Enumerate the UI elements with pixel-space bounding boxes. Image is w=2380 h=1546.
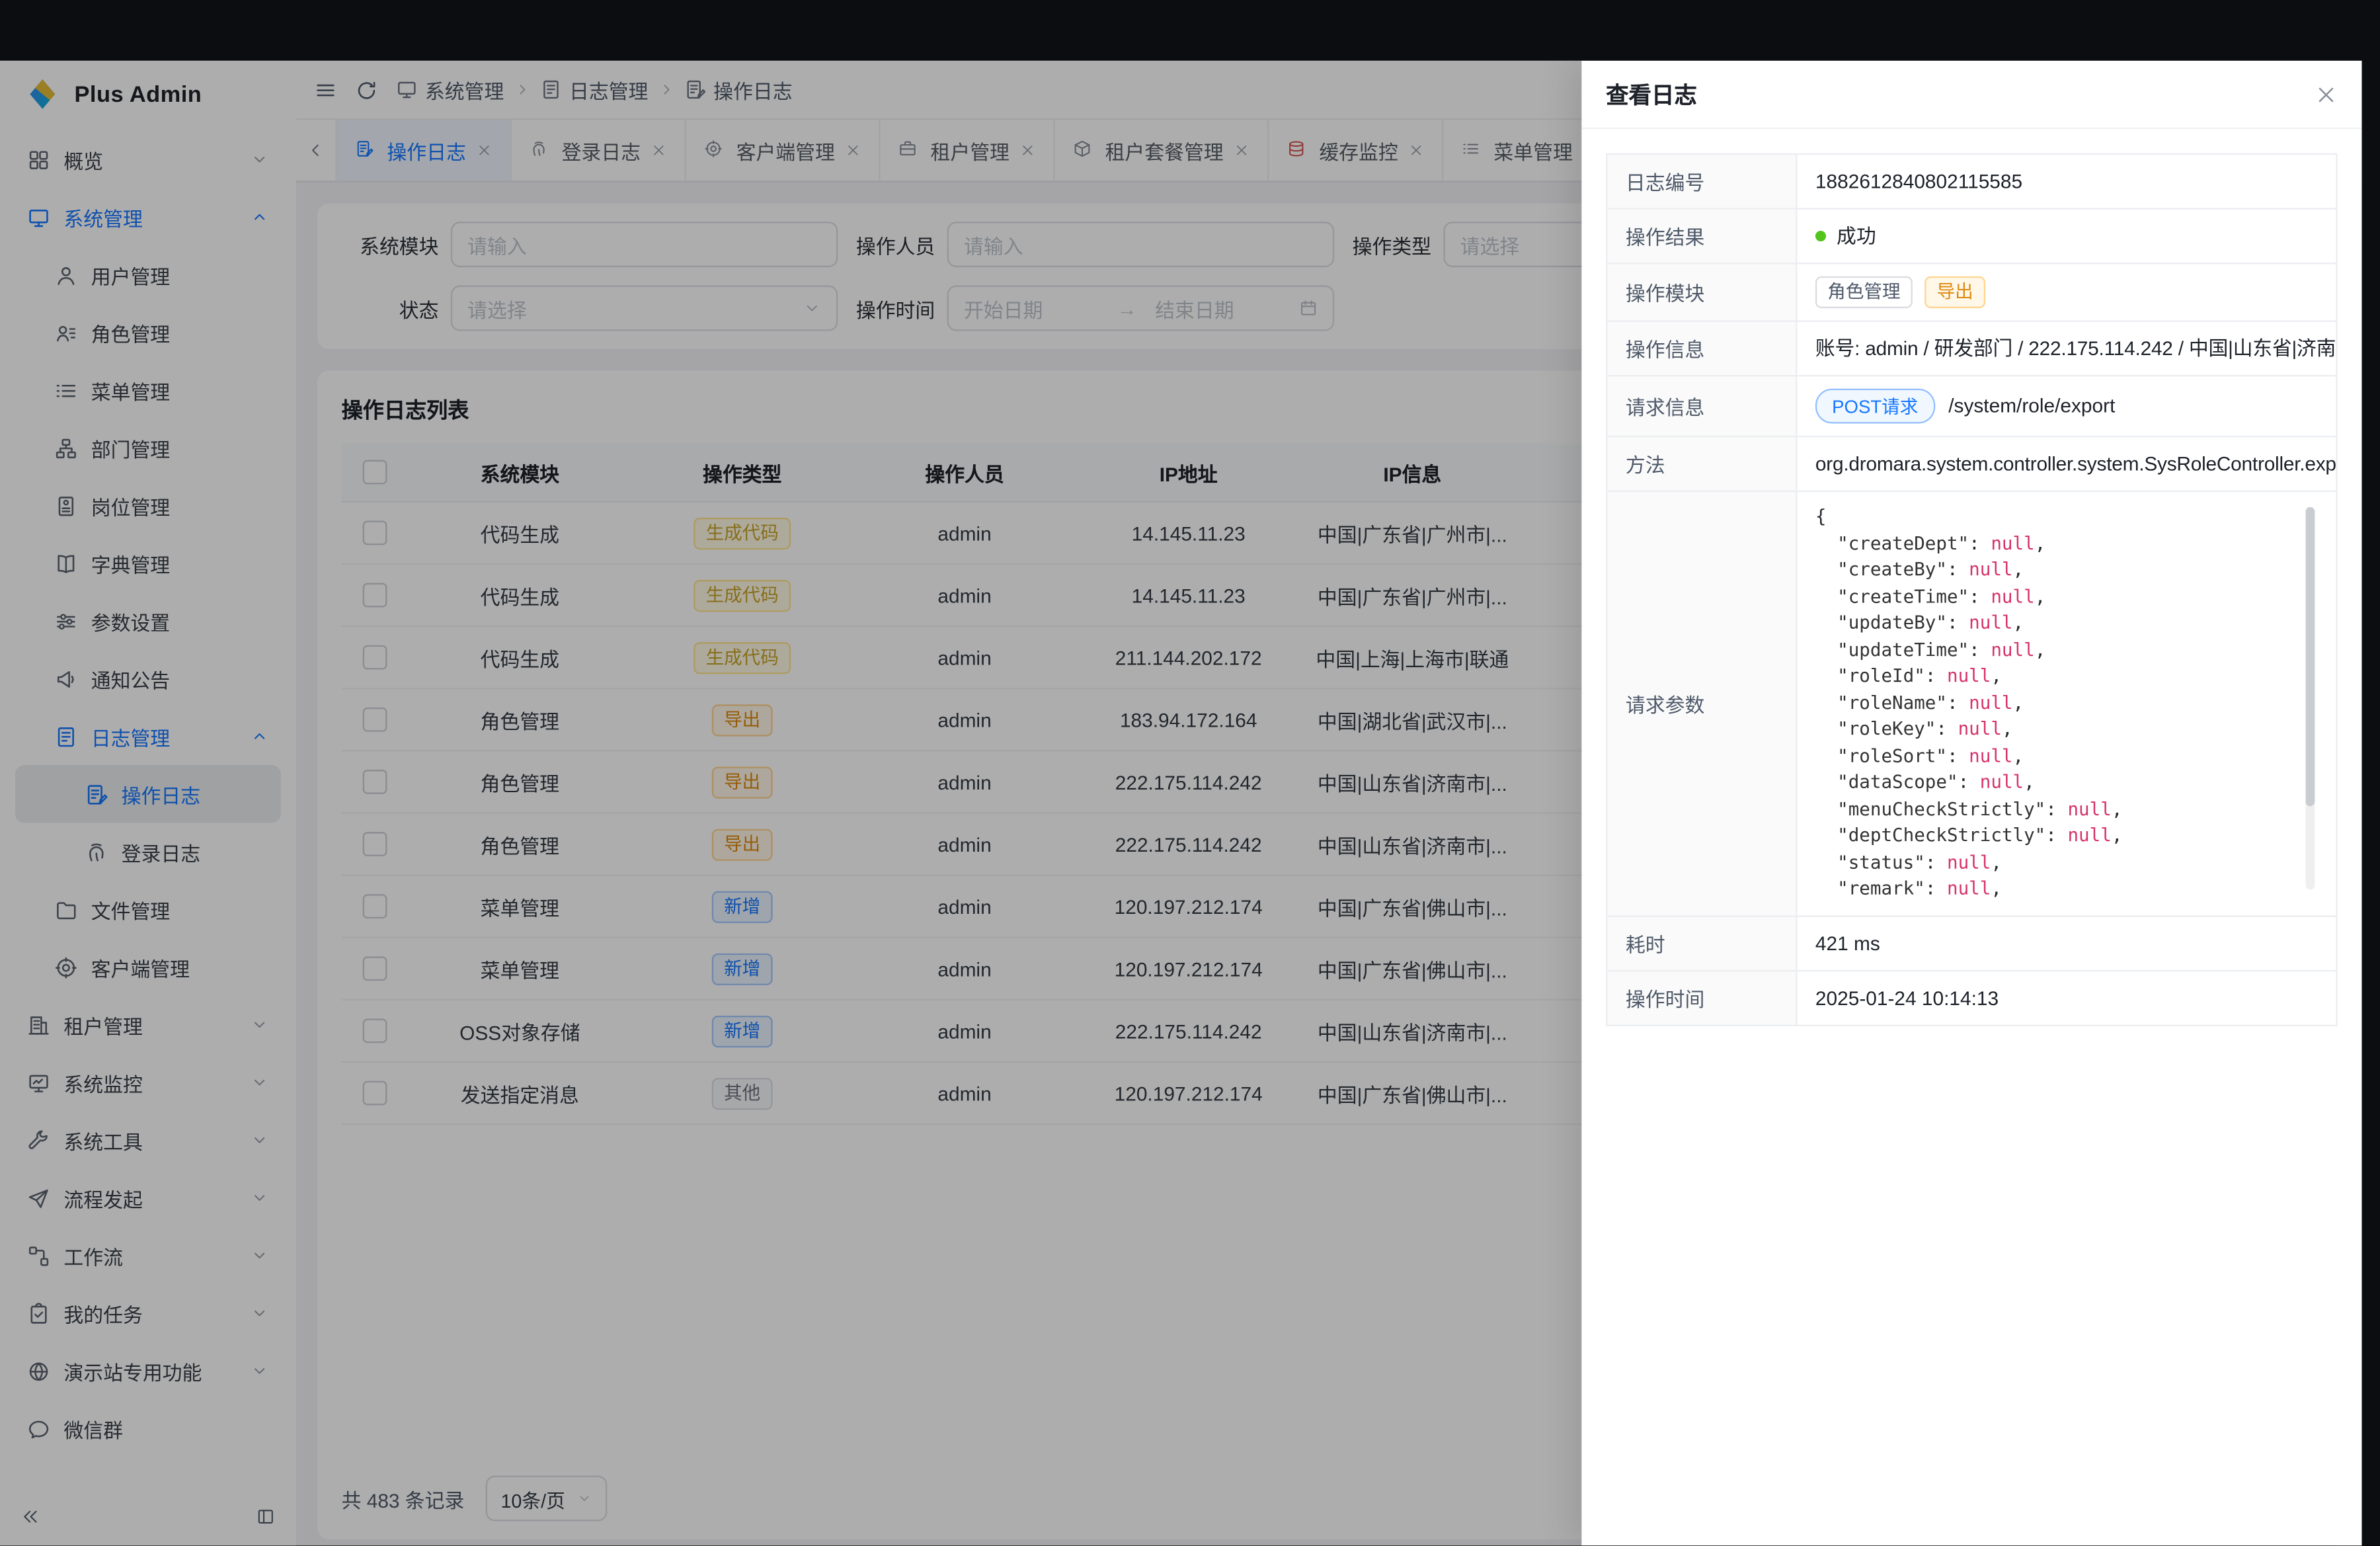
detail-label: 方法 (1606, 436, 1796, 491)
status-dot (1815, 230, 1826, 241)
detail-label: 操作模块 (1606, 263, 1796, 321)
drawer-header: 查看日志 (1581, 61, 2361, 129)
drawer-body: 日志编号1882612840802115585操作结果成功操作模块角色管理导出操… (1581, 129, 2361, 1051)
detail-row: 日志编号 1882612840802115585 (1606, 154, 2336, 209)
close-icon (2315, 83, 2337, 105)
detail-row: 操作结果 成功 (1606, 209, 2336, 264)
detail-row: 方法 org.dromara.system.controller.system.S… (1606, 436, 2336, 491)
log-detail-table: 日志编号1882612840802115585操作结果成功操作模块角色管理导出操… (1606, 153, 2338, 1026)
drawer-title: 查看日志 (1606, 78, 1697, 110)
detail-value: 账号: admin / 研发部门 / 222.175.114.242 / 中国|… (1815, 337, 2337, 359)
detail-label: 操作信息 (1606, 321, 1796, 376)
app-window: Plus Admin 概览系统管理用户管理角色管理菜单管理部门管理岗位管理字典管… (0, 61, 2361, 1545)
detail-row: 耗时 421 ms (1606, 916, 2336, 971)
detail-label: 日志编号 (1606, 154, 1796, 209)
http-method-badge: POST请求 (1815, 389, 1935, 424)
detail-label: 操作时间 (1606, 971, 1796, 1026)
request-params-code: { "createDept": null, "createBy": null, … (1815, 504, 2318, 903)
request-url: /system/role/export (1948, 394, 2115, 417)
detail-value: 2025-01-24 10:14:13 (1815, 986, 1999, 1008)
detail-row: 请求信息 POST请求/system/role/export (1606, 376, 2336, 436)
screen: Plus Admin 概览系统管理用户管理角色管理菜单管理部门管理岗位管理字典管… (0, 0, 2380, 1546)
code-scrollbar-thumb[interactable] (2305, 507, 2315, 805)
detail-label: 请求参数 (1606, 491, 1796, 916)
module-tag: 角色管理 (1815, 276, 1913, 308)
code-scrollbar[interactable] (2305, 507, 2315, 890)
view-log-drawer: 查看日志 日志编号 1882612840802115585 操作结果 成功操作模块角色… (1581, 61, 2361, 1545)
detail-label: 耗时 (1606, 916, 1796, 971)
detail-row: 操作信息账号: admin / 研发部门 / 222.175.114.242 /… (1606, 321, 2336, 376)
detail-value: 1882612840802115585 (1815, 169, 2022, 192)
detail-row: 请求参数{ "createDept": null, "createBy": nu… (1606, 491, 2336, 916)
detail-row: 操作模块角色管理导出 (1606, 263, 2336, 321)
drawer-close-button[interactable] (2315, 83, 2337, 105)
detail-label: 请求信息 (1606, 376, 1796, 436)
detail-row: 操作时间 2025-01-24 10:14:13 (1606, 971, 2336, 1026)
detail-label: 操作结果 (1606, 209, 1796, 264)
detail-value: 421 ms (1815, 932, 1880, 954)
status-text: 成功 (1837, 224, 1876, 247)
module-tag: 导出 (1924, 276, 1985, 308)
detail-value: org.dromara.system.controller.system.Sys… (1815, 452, 2337, 474)
